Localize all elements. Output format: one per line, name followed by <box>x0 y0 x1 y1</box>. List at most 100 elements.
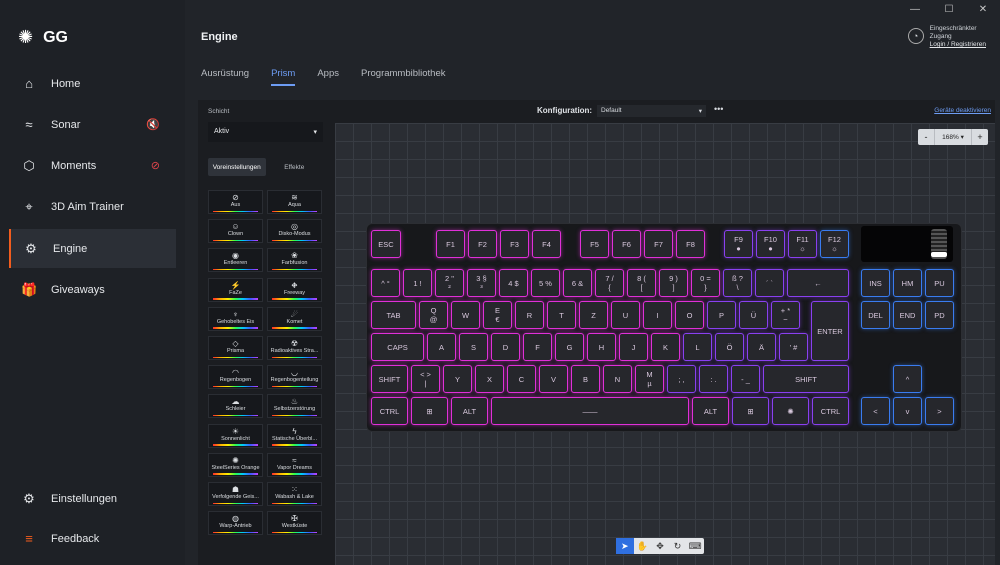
effect-tile[interactable]: ☗ Verfolgende Geis... <box>208 482 263 506</box>
keyboard-key[interactable]: 4 $ <box>499 269 528 297</box>
keyboard-key[interactable]: J <box>619 333 648 361</box>
keyboard-key[interactable]: ← <box>787 269 849 297</box>
keyboard-key[interactable]: U <box>611 301 640 329</box>
keyboard-key[interactable]: Z <box>579 301 608 329</box>
hand-tool-icon[interactable]: ✋ <box>634 538 652 554</box>
keyboard-key[interactable]: < <box>861 397 890 425</box>
keyboard-key[interactable]: C <box>507 365 536 393</box>
keyboard-key[interactable]: T <box>547 301 576 329</box>
sidebar-item-3d-aim-trainer[interactable]: ⌖ 3D Aim Trainer <box>9 187 176 226</box>
effect-tile[interactable]: ⚡ FaZe <box>208 277 263 302</box>
keyboard-key[interactable]: ; , <box>667 365 696 393</box>
tab-programmbibliothek[interactable]: Programmbibliothek <box>361 68 445 86</box>
effect-tile[interactable]: ♨ Selbstzerstörung <box>267 394 322 419</box>
keyboard-key[interactable]: Q @ <box>419 301 448 329</box>
keyboard-key[interactable]: F8 <box>676 230 705 258</box>
keyboard-key[interactable]: F6 <box>612 230 641 258</box>
keyboard-key[interactable]: + * ~ <box>771 301 800 329</box>
keyboard-key[interactable]: ENTER <box>811 301 849 361</box>
keyboard-key[interactable]: F7 <box>644 230 673 258</box>
effect-tile[interactable]: ≋ Aqua <box>267 190 322 214</box>
keyboard-key[interactable]: Ö <box>715 333 744 361</box>
keyboard-key[interactable]: ^ ° <box>371 269 400 297</box>
close-icon[interactable]: ✕ <box>966 0 1000 18</box>
effect-tile[interactable]: ☺ Clown <box>208 219 263 244</box>
keyboard-key[interactable]: SHIFT <box>371 365 408 393</box>
keyboard-key[interactable]: ß ? \ <box>723 269 752 297</box>
keyboard-key[interactable]: F <box>523 333 552 361</box>
keyboard-key[interactable]: F3 <box>500 230 529 258</box>
config-select[interactable]: Default ▾ <box>597 105 706 117</box>
keyboard-key[interactable]: 8 ( [ <box>627 269 656 297</box>
login-link[interactable]: Login / Registrieren <box>930 41 986 49</box>
effect-tile[interactable]: ☁ Schleier <box>208 394 263 419</box>
keyboard-key[interactable]: 0 = } <box>691 269 720 297</box>
effect-tile[interactable]: ◡ Regenbogenteilung <box>267 365 322 390</box>
effect-tile[interactable]: ⊘ Aus <box>208 190 263 214</box>
keyboard-key[interactable]: CTRL <box>812 397 849 425</box>
keyboard-key[interactable]: F10 ● <box>756 230 785 258</box>
effect-tile[interactable]: ☢ Radioaktives Stra... <box>267 336 322 360</box>
effect-tile[interactable]: ✠ Westküste <box>267 511 322 536</box>
keyboard-key[interactable]: H <box>587 333 616 361</box>
keyboard-key[interactable]: ´ ` <box>755 269 784 297</box>
maximize-icon[interactable]: ☐ <box>932 0 966 18</box>
effect-tile[interactable]: ♆ Gehobeltes Eis <box>208 306 263 331</box>
keyboard-key[interactable]: : . <box>699 365 728 393</box>
effect-tile[interactable]: ⛖ Freeway <box>267 277 322 302</box>
keyboard-key[interactable]: R <box>515 301 544 329</box>
keyboard-key[interactable]: ALT <box>451 397 488 425</box>
keyboard-key[interactable]: A <box>427 333 456 361</box>
zoom-out-button[interactable]: - <box>918 132 934 142</box>
sidebar-item-settings[interactable]: ⚙ Einstellungen <box>9 479 176 518</box>
rotate-tool-icon[interactable]: ↻ <box>669 538 687 554</box>
keyboard-key[interactable]: HM <box>893 269 922 297</box>
keyboard-key[interactable]: - _ <box>731 365 760 393</box>
keyboard-key[interactable]: ALT <box>692 397 729 425</box>
sidebar-item-feedback[interactable]: ≡ Feedback <box>9 519 176 558</box>
sidebar-item-home[interactable]: ⌂ Home <box>9 64 176 103</box>
effect-tile[interactable]: ⁙ Wabash & Lake <box>267 482 322 506</box>
more-icon[interactable]: ••• <box>714 104 723 114</box>
effect-tile[interactable]: ≈ Vapor Dreams <box>267 452 322 477</box>
effect-tile[interactable]: ✺ SteelSeries Orange <box>208 452 263 477</box>
tab-presets[interactable]: Voreinstellungen <box>208 158 266 176</box>
keyboard-key[interactable]: 3 § ³ <box>467 269 496 297</box>
keyboard-key[interactable]: —— <box>491 397 689 425</box>
keyboard-key[interactable]: I <box>643 301 672 329</box>
keyboard-key[interactable]: ^ <box>893 365 922 393</box>
keyboard-key[interactable]: F5 <box>580 230 609 258</box>
keyboard-key[interactable]: S <box>459 333 488 361</box>
effect-tile[interactable]: ϟ Statische Überbl... <box>267 423 322 448</box>
keyboard-key[interactable]: O <box>675 301 704 329</box>
keyboard-key[interactable]: 7 / { <box>595 269 624 297</box>
keyboard-key[interactable]: ⊞ <box>411 397 448 425</box>
keyboard-key[interactable]: < > | <box>411 365 440 393</box>
keyboard-key[interactable]: W <box>451 301 480 329</box>
keyboard-key[interactable]: ' # <box>779 333 808 361</box>
zoom-level[interactable]: 168% ▾ <box>934 129 972 145</box>
keyboard-key[interactable]: PU <box>925 269 954 297</box>
sidebar-item-moments[interactable]: ⬡ Moments ⊘ <box>9 146 176 185</box>
avatar-icon[interactable]: ◔ <box>907 28 924 44</box>
sidebar-item-engine[interactable]: ⚙ Engine <box>9 229 176 268</box>
effect-tile[interactable]: ◠ Regenbogen <box>208 365 263 390</box>
keyboard-key[interactable]: F4 <box>532 230 561 258</box>
sidebar-item-sonar[interactable]: ≈ Sonar 🔇 <box>9 105 176 144</box>
effect-tile[interactable]: ◇ Prisma <box>208 336 263 360</box>
layer-select[interactable]: Aktiv ▾ <box>208 122 323 142</box>
keyboard-key[interactable]: N <box>603 365 632 393</box>
keyboard-key[interactable]: M µ <box>635 365 664 393</box>
keyboard-key[interactable]: D <box>491 333 520 361</box>
disable-devices-link[interactable]: Geräte deaktivieren <box>934 107 991 114</box>
move-tool-icon[interactable]: ✥ <box>651 538 669 554</box>
keyboard-key[interactable]: F11 ☼ <box>788 230 817 258</box>
keyboard-key[interactable]: F9 ● <box>724 230 753 258</box>
keyboard-key[interactable]: INS <box>861 269 890 297</box>
keyboard-key[interactable]: F1 <box>436 230 465 258</box>
keyboard-key[interactable]: F12 ☼ <box>820 230 849 258</box>
keyboard-key[interactable]: ⊞ <box>732 397 769 425</box>
select-tool-icon[interactable]: ➤ <box>616 538 634 554</box>
keyboard-key[interactable]: P <box>707 301 736 329</box>
keyboard-key[interactable]: v <box>893 397 922 425</box>
